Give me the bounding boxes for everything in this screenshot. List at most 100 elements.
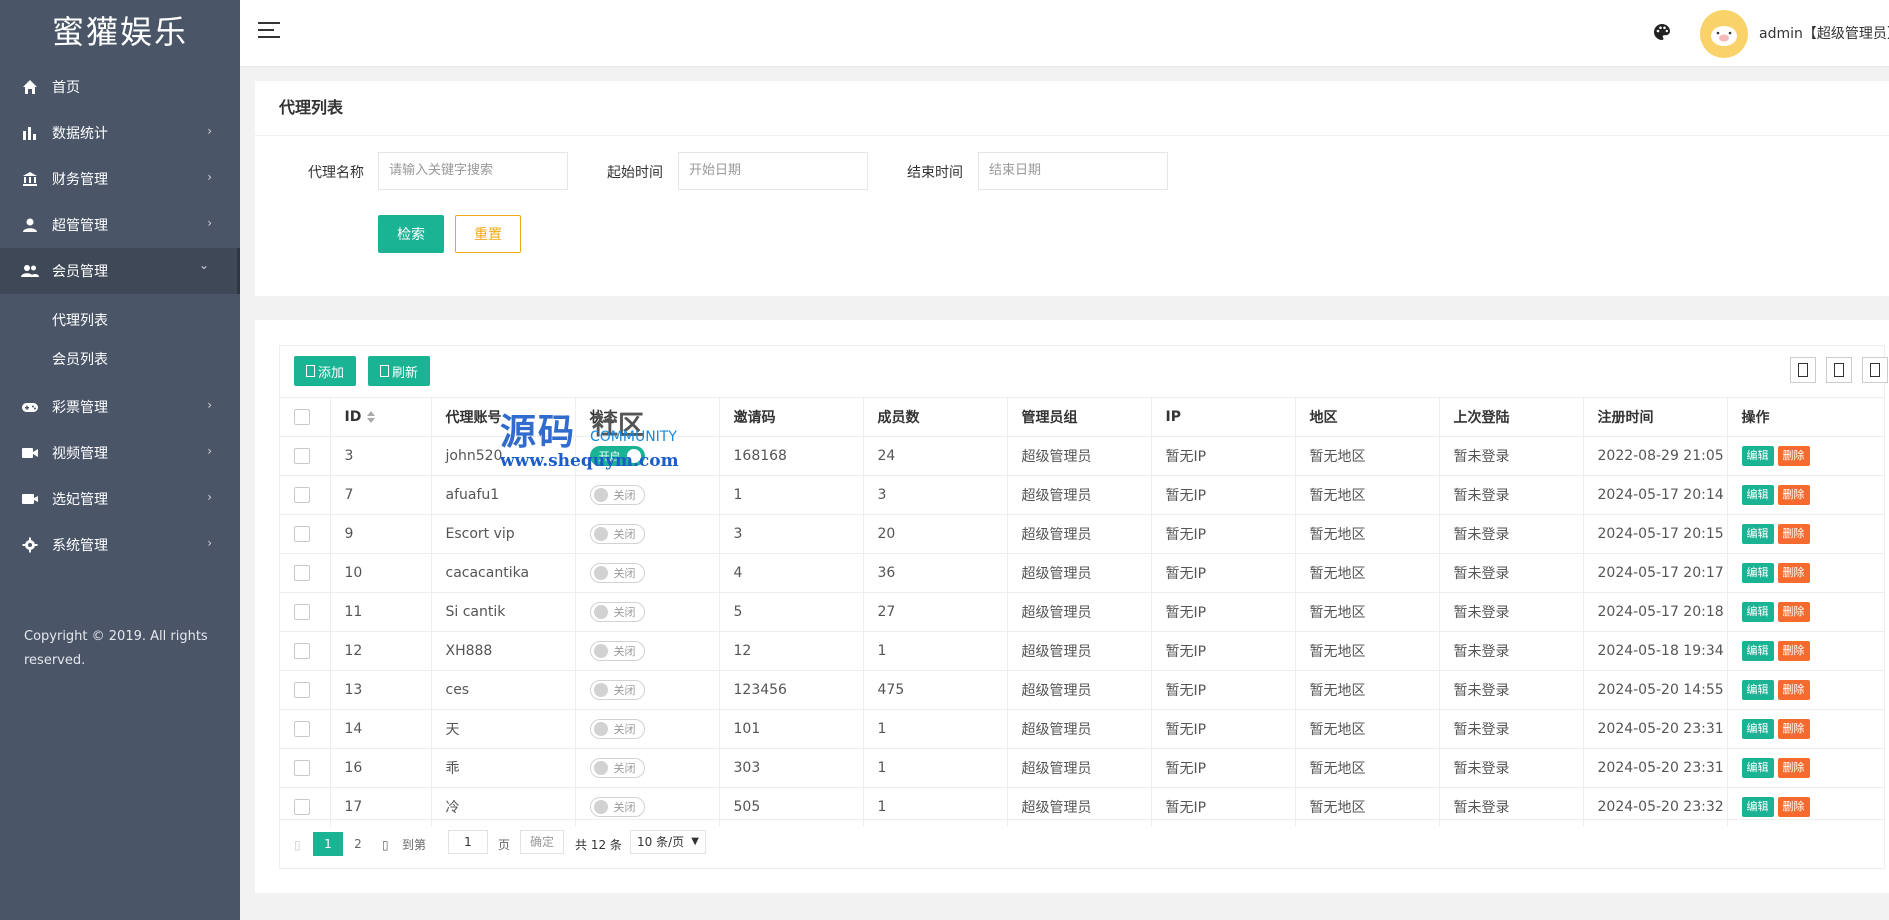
delete-button[interactable]: 删除: [1777, 485, 1810, 505]
row-checkbox[interactable]: [294, 721, 310, 737]
delete-button[interactable]: 删除: [1777, 758, 1810, 778]
edit-button[interactable]: 编辑: [1741, 797, 1774, 817]
sidebar-item-4[interactable]: 会员管理 ⌄: [0, 248, 240, 294]
menu-toggle-icon[interactable]: [258, 22, 280, 40]
status-toggle[interactable]: 关闭: [589, 562, 645, 583]
submenu-item-0[interactable]: 代理列表: [0, 300, 240, 339]
submenu-item-1[interactable]: 会员列表: [0, 339, 240, 378]
delete-button[interactable]: 删除: [1777, 719, 1810, 739]
edit-button[interactable]: 编辑: [1741, 641, 1774, 661]
avatar[interactable]: [1700, 10, 1748, 58]
row-select-cell: [280, 592, 330, 632]
select-all-checkbox[interactable]: [294, 409, 310, 425]
refresh-button[interactable]: 刷新: [368, 356, 430, 386]
agent-name-label: 代理名称: [308, 165, 364, 181]
add-button[interactable]: 添加: [294, 356, 356, 386]
status-toggle[interactable]: 关闭: [589, 796, 645, 817]
cell-ip: 暂无IP: [1150, 475, 1295, 515]
delete-button[interactable]: 删除: [1777, 563, 1810, 583]
reset-button[interactable]: 重置: [455, 215, 521, 253]
delete-button[interactable]: 删除: [1777, 446, 1810, 466]
cell-group: 超级管理员: [1006, 709, 1151, 749]
palette-icon[interactable]: [1652, 22, 1672, 42]
cell-invite-code: 12: [718, 631, 863, 671]
edit-button[interactable]: 编辑: [1741, 446, 1774, 466]
sort-icon[interactable]: [367, 411, 376, 423]
row-checkbox[interactable]: [294, 604, 310, 620]
delete-button[interactable]: 删除: [1777, 797, 1810, 817]
edit-button[interactable]: 编辑: [1741, 524, 1774, 544]
cell-ip: 暂无IP: [1150, 631, 1295, 671]
chevron-down-icon: ▼: [691, 836, 699, 847]
edit-button[interactable]: 编辑: [1741, 485, 1774, 505]
page-2[interactable]: 2: [343, 832, 373, 856]
cell-account: john520: [430, 436, 575, 476]
next-page-icon[interactable]: ▯: [382, 833, 389, 857]
page-size-select[interactable]: 10 条/页 ▼: [630, 830, 706, 854]
prev-page-icon[interactable]: ▯: [294, 833, 301, 857]
sidebar-item-5[interactable]: 彩票管理 ›: [0, 384, 240, 430]
cell-invite-code: 123456: [718, 670, 863, 710]
status-toggle[interactable]: 关闭: [589, 640, 645, 661]
toggle-label: 关闭: [613, 800, 636, 814]
sidebar-item-2[interactable]: 财务管理 ›: [0, 156, 240, 202]
page-1[interactable]: 1: [313, 832, 343, 856]
table-row: 11 Si cantik 关闭 5 27 超级管理员 暂无IP 暂无地区 暂未登录 2024-05…: [280, 592, 1884, 632]
search-button[interactable]: 检索: [378, 215, 444, 253]
agent-name-input[interactable]: 请输入关键字搜索: [378, 152, 568, 190]
cell-region: 暂无地区: [1294, 592, 1439, 632]
status-toggle[interactable]: 关闭: [589, 523, 645, 544]
print-icon[interactable]: [1862, 357, 1888, 383]
delete-button[interactable]: 删除: [1777, 602, 1810, 622]
edit-button[interactable]: 编辑: [1741, 602, 1774, 622]
cell-reg-time: 2024-05-20 23:31: [1582, 709, 1727, 749]
row-checkbox[interactable]: [294, 643, 310, 659]
cell-status: 关闭: [574, 748, 719, 788]
cell-region: 暂无地区: [1294, 709, 1439, 749]
goto-page-input[interactable]: 1: [448, 830, 488, 854]
sidebar: 蜜獾娱乐 首页 数据统计 › 财务管理 › 超管管理 › 会员管理 ⌄ 代理列表 会员列表 彩票管理 ›…: [0, 0, 240, 920]
row-checkbox[interactable]: [294, 448, 310, 464]
delete-button[interactable]: 删除: [1777, 524, 1810, 544]
goto-confirm-button[interactable]: 确定: [520, 830, 564, 854]
cell-status: 关闭: [574, 670, 719, 710]
sidebar-item-6[interactable]: 视频管理 ›: [0, 430, 240, 476]
cell-actions: 编辑 删除: [1726, 670, 1884, 710]
cell-last-login: 暂未登录: [1438, 514, 1583, 554]
row-checkbox[interactable]: [294, 526, 310, 542]
start-date-input[interactable]: 开始日期: [678, 152, 868, 190]
sidebar-item-1[interactable]: 数据统计 ›: [0, 110, 240, 156]
columns-filter-icon[interactable]: [1790, 357, 1816, 383]
cell-last-login: 暂未登录: [1438, 748, 1583, 788]
end-date-input[interactable]: 结束日期: [978, 152, 1168, 190]
status-toggle[interactable]: 关闭: [589, 757, 645, 778]
export-icon[interactable]: [1826, 357, 1852, 383]
cell-ip: 暂无IP: [1150, 748, 1295, 788]
sidebar-item-8[interactable]: 系统管理 ›: [0, 522, 240, 568]
row-checkbox[interactable]: [294, 565, 310, 581]
user-menu[interactable]: admin【超级管理员】: [1759, 23, 1889, 43]
status-toggle[interactable]: 开启: [589, 446, 645, 466]
delete-button[interactable]: 删除: [1777, 680, 1810, 700]
status-toggle[interactable]: 关闭: [589, 484, 645, 505]
row-checkbox[interactable]: [294, 799, 310, 815]
sidebar-item-0[interactable]: 首页: [0, 64, 240, 110]
status-toggle[interactable]: 关闭: [589, 718, 645, 739]
row-checkbox[interactable]: [294, 682, 310, 698]
cell-invite-code: 3: [718, 514, 863, 554]
sidebar-item-3[interactable]: 超管管理 ›: [0, 202, 240, 248]
toggle-label: 关闭: [613, 722, 636, 736]
status-toggle[interactable]: 关闭: [589, 679, 645, 700]
edit-button[interactable]: 编辑: [1741, 680, 1774, 700]
column-header-members: 成员数: [862, 397, 1007, 437]
table-row: 13 ces 关闭 123456 475 超级管理员 暂无IP 暂无地区 暂未登录 2024-05…: [280, 670, 1884, 710]
sidebar-item-7[interactable]: 选妃管理 ›: [0, 476, 240, 522]
edit-button[interactable]: 编辑: [1741, 719, 1774, 739]
edit-button[interactable]: 编辑: [1741, 563, 1774, 583]
row-checkbox[interactable]: [294, 487, 310, 503]
status-toggle[interactable]: 关闭: [589, 601, 645, 622]
row-checkbox[interactable]: [294, 760, 310, 776]
column-header-id[interactable]: ID: [329, 397, 431, 437]
edit-button[interactable]: 编辑: [1741, 758, 1774, 778]
delete-button[interactable]: 删除: [1777, 641, 1810, 661]
